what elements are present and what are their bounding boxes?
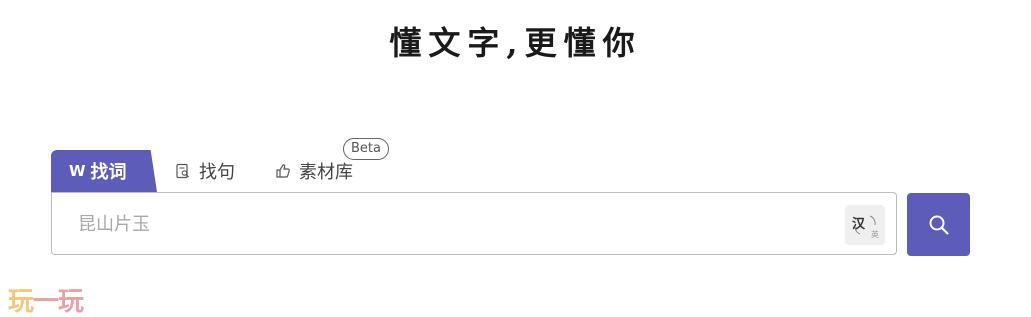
material-icon bbox=[275, 163, 291, 179]
search-tabs: W 找词 找句 素材库 Beta bbox=[51, 138, 389, 192]
word-icon: W bbox=[69, 162, 86, 180]
search-button[interactable] bbox=[907, 193, 970, 256]
tab-find-words-label: 找词 bbox=[90, 162, 127, 183]
tab-find-sentences-label: 找句 bbox=[199, 162, 235, 183]
page: 懂文字,更懂你 W 找词 找句 素材库 Beta 昆山片玉 汉 英 玩一玩 bbox=[0, 0, 1031, 317]
search-input[interactable] bbox=[76, 193, 840, 256]
tab-material-library-label: 素材库 bbox=[299, 162, 353, 183]
search-icon bbox=[929, 215, 949, 235]
beta-badge: Beta bbox=[343, 138, 389, 160]
chinese-label: 汉 bbox=[852, 217, 866, 232]
page-slogan: 懂文字,更懂你 bbox=[389, 24, 642, 62]
tab-find-words[interactable]: W 找词 bbox=[51, 150, 157, 192]
language-toggle-button[interactable]: 汉 英 bbox=[845, 205, 885, 245]
search-box: 汉 英 bbox=[51, 192, 897, 256]
tab-find-sentences[interactable]: 找句 bbox=[175, 150, 265, 192]
sentence-icon bbox=[175, 163, 191, 179]
watermark-logo: 玩一玩 bbox=[8, 287, 84, 317]
tab-material-library[interactable]: 素材库 Beta bbox=[275, 138, 389, 192]
english-label: 英 bbox=[871, 230, 879, 239]
